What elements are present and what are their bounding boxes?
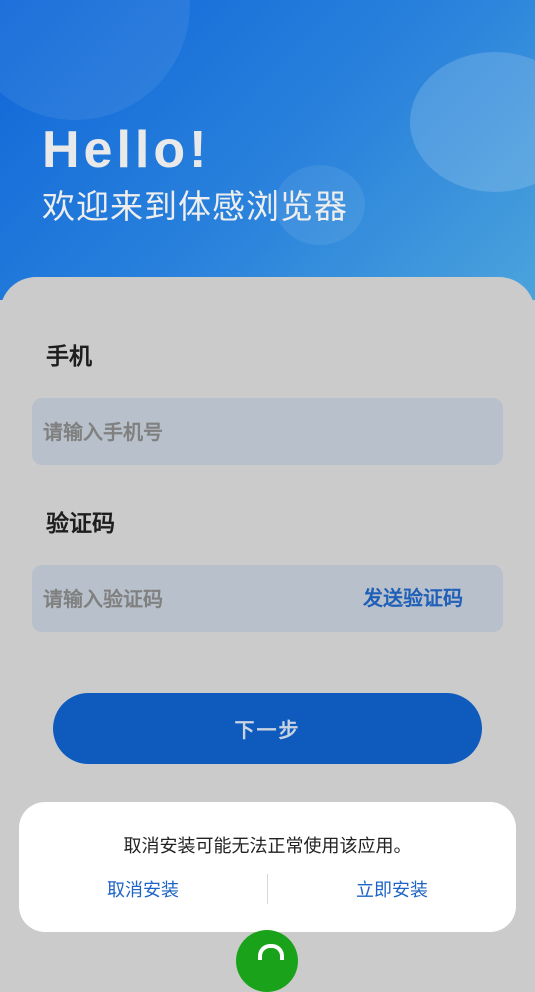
send-code-button[interactable]: 发送验证码 <box>363 565 463 632</box>
phone-field[interactable] <box>32 398 503 465</box>
hero-banner: Hello! 欢迎来到体感浏览器 <box>0 0 535 300</box>
hero-welcome-text: 欢迎来到体感浏览器 <box>42 187 348 226</box>
code-label: 验证码 <box>46 511 115 537</box>
decor-bubble <box>0 0 190 120</box>
install-dialog: 取消安装可能无法正常使用该应用。 取消安装 立即安装 <box>19 802 516 932</box>
chat-icon <box>258 944 284 960</box>
hero-greeting: Hello! <box>42 121 211 179</box>
cancel-install-button[interactable]: 取消安装 <box>19 874 267 908</box>
next-step-button[interactable]: 下一步 <box>53 693 482 764</box>
phone-label: 手机 <box>46 344 92 370</box>
code-field[interactable]: 发送验证码 <box>32 565 503 632</box>
decor-bubble <box>410 52 535 192</box>
dialog-message: 取消安装可能无法正常使用该应用。 <box>123 836 412 857</box>
install-now-button[interactable]: 立即安装 <box>268 874 516 908</box>
floating-chat-button[interactable] <box>236 930 298 992</box>
phone-input[interactable] <box>43 398 343 465</box>
verification-code-input[interactable] <box>43 565 343 632</box>
